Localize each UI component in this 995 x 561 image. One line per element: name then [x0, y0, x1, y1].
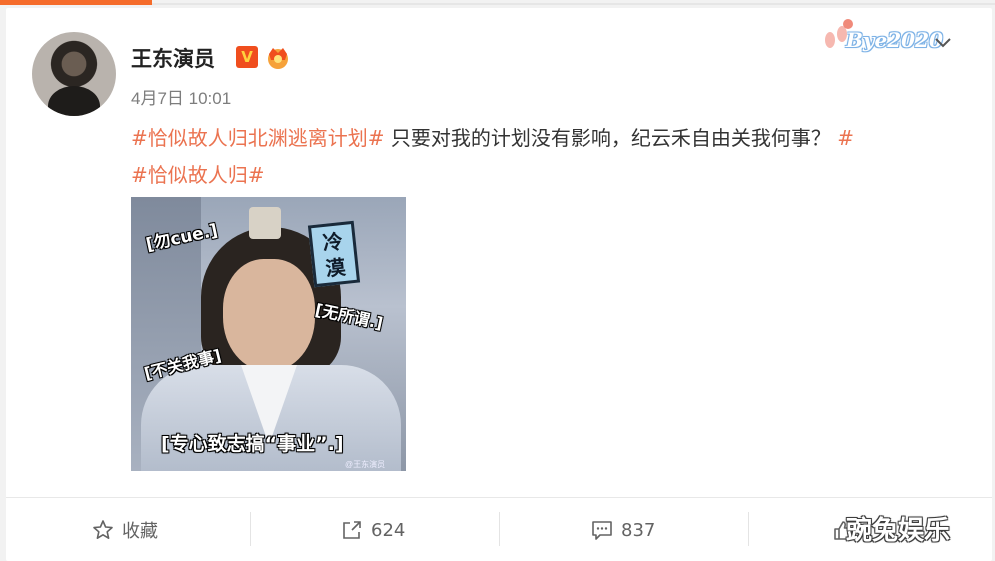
top-divider: [152, 3, 995, 5]
top-watermark: Bye2020: [818, 14, 943, 62]
crown-badge-icon: [268, 48, 288, 69]
top-active-tab-indicator: [0, 0, 152, 5]
post-body-text: 只要对我的计划没有影响，纪云禾自由关我何事？: [384, 126, 831, 150]
post-timestamp[interactable]: 4月7日 10:01: [131, 84, 231, 109]
image-figure-hairpiece: [249, 207, 281, 239]
favorite-label: 收藏: [122, 521, 158, 542]
chevron-down-icon[interactable]: [934, 36, 952, 50]
star-icon: [93, 520, 113, 539]
action-separator: [250, 512, 251, 546]
verified-v-icon: V: [236, 46, 258, 68]
action-separator: [748, 512, 749, 546]
image-credit: @王东演员: [345, 460, 386, 469]
share-icon: [343, 521, 361, 539]
hashtag-link[interactable]: #: [831, 126, 854, 150]
comment-button[interactable]: 837: [591, 515, 655, 545]
top-watermark-text: Bye2020: [846, 28, 943, 52]
image-stamp: 冷漠: [307, 220, 361, 288]
author-name[interactable]: 王东演员: [131, 43, 215, 73]
comment-count: 837: [621, 519, 656, 541]
bottom-watermark: 豌兔娱乐: [846, 516, 951, 546]
post-body: #恰似故人归北渊逃离计划# 只要对我的计划没有影响，纪云禾自由关我何事？ # #恰…: [131, 120, 961, 194]
favorite-button[interactable]: 收藏: [92, 515, 158, 545]
actions-divider: [6, 497, 992, 498]
author-avatar[interactable]: [32, 32, 116, 116]
share-count: 624: [371, 519, 406, 541]
hashtag-link-2[interactable]: #恰似故人归#: [131, 163, 265, 187]
image-stamp-line-2: 漠: [324, 254, 347, 281]
action-separator: [499, 512, 500, 546]
comment-icon: [592, 521, 612, 540]
post-image[interactable]: 冷漠 [勿cue.] [无所谓.] [不关我事] [专心致志搞“事业”.] @王…: [131, 197, 406, 471]
image-figure-face: [223, 259, 315, 371]
image-caption-4: [专心致志搞“事业”.]: [161, 433, 344, 455]
hashtag-link[interactable]: #恰似故人归北渊逃离计划#: [131, 126, 385, 150]
image-stamp-line-1: 冷: [321, 229, 344, 256]
share-button[interactable]: 624: [341, 515, 405, 545]
